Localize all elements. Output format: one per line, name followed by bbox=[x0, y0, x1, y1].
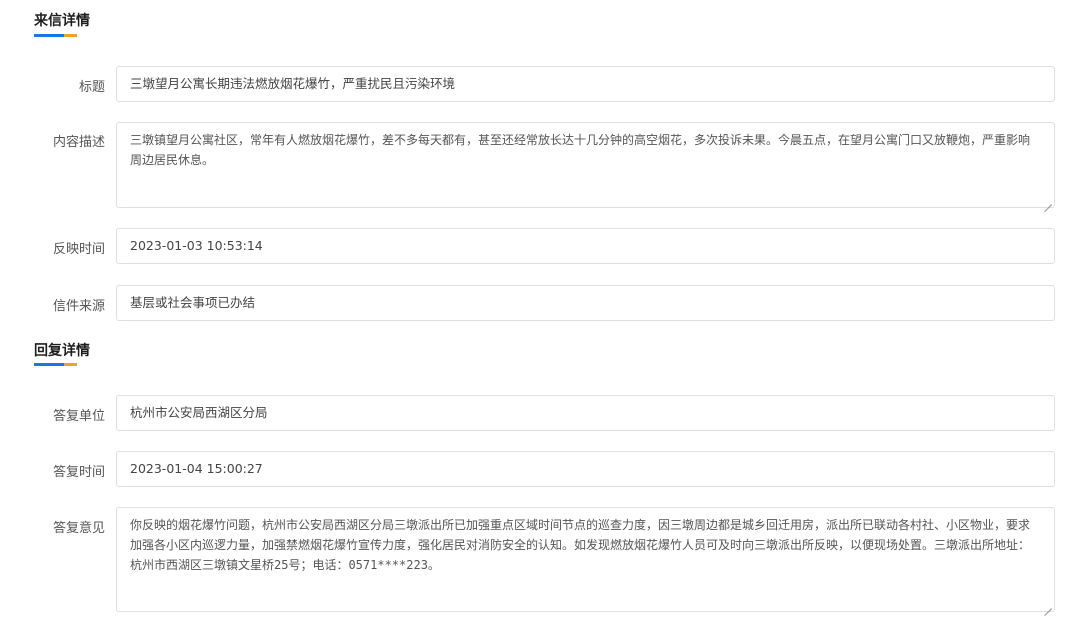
report-time-field[interactable]: 2023-01-03 10:53:14 bbox=[116, 228, 1055, 264]
reply-unit-field[interactable]: 杭州市公安局西湖区分局 bbox=[116, 395, 1055, 431]
title-field[interactable]: 三墩望月公寓长期违法燃放烟花爆竹，严重扰民且污染环境 bbox=[116, 66, 1055, 102]
reply-opinion-textarea[interactable]: 你反映的烟花爆竹问题，杭州市公安局西湖区分局三墩派出所已加强重点区域时间节点的巡… bbox=[116, 507, 1055, 612]
resize-handle-icon[interactable] bbox=[1044, 197, 1052, 205]
content-text: 三墩镇望月公寓社区，常年有人燃放烟花爆竹，差不多每天都有，甚至还经常放长达十几分… bbox=[130, 133, 1031, 167]
letter-section-title: 来信详情 bbox=[34, 13, 90, 29]
content-textarea[interactable]: 三墩镇望月公寓社区，常年有人燃放烟花爆竹，差不多每天都有，甚至还经常放长达十几分… bbox=[116, 122, 1055, 208]
source-label: 信件来源 bbox=[52, 299, 105, 314]
reply-section-title: 回复详情 bbox=[34, 343, 90, 359]
report-time-label: 反映时间 bbox=[52, 242, 105, 257]
reply-unit-label: 答复单位 bbox=[52, 409, 105, 424]
reply-time-label: 答复时间 bbox=[52, 465, 105, 480]
section-underline bbox=[34, 363, 77, 366]
source-field[interactable]: 基层或社会事项已办结 bbox=[116, 285, 1055, 321]
title-label: 标题 bbox=[78, 80, 105, 95]
reply-opinion-label: 答复意见 bbox=[52, 521, 105, 536]
reply-time-field[interactable]: 2023-01-04 15:00:27 bbox=[116, 451, 1055, 487]
section-underline bbox=[34, 34, 77, 37]
content-label: 内容描述 bbox=[52, 135, 105, 150]
resize-handle-icon[interactable] bbox=[1044, 601, 1052, 609]
reply-opinion-text: 你反映的烟花爆竹问题，杭州市公安局西湖区分局三墩派出所已加强重点区域时间节点的巡… bbox=[130, 518, 1031, 572]
